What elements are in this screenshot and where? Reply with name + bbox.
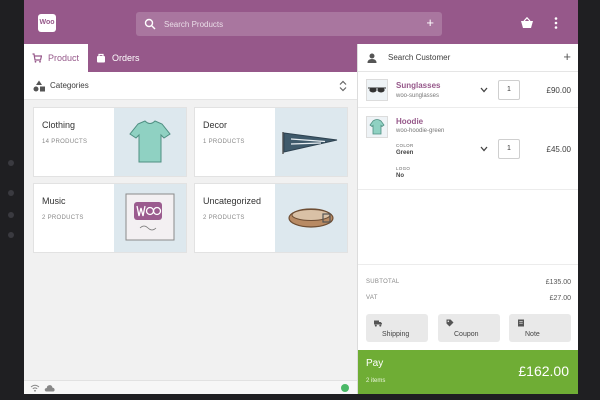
device-bezel-bottom (0, 394, 600, 400)
chevron-down-icon[interactable] (480, 146, 488, 152)
truck-icon (374, 320, 382, 327)
category-name: Decor (203, 120, 228, 130)
customer-search[interactable]: Search Customer + (358, 44, 578, 72)
attribute-key: LOGO (396, 166, 411, 171)
customer-search-label: Search Customer (388, 53, 451, 62)
totals-value: £27.00 (549, 295, 571, 302)
pay-amount: £162.00 (518, 363, 569, 379)
hoodie-icon (369, 119, 385, 135)
shipping-label: Shipping (382, 331, 410, 338)
category-card-clothing[interactable]: Clothing 14 PRODUCTS (33, 107, 187, 177)
chevron-down-icon[interactable] (480, 87, 488, 93)
top-bar: Woo + (24, 0, 578, 44)
pay-button[interactable]: Pay 2 items £162.00 (358, 350, 578, 394)
category-card-uncategorized[interactable]: Uncategorized 2 PRODUCTS (194, 183, 348, 253)
side-button (8, 232, 14, 238)
categories-label: Categories (50, 81, 89, 90)
categories-header[interactable]: Categories (24, 72, 357, 100)
categories-icon (33, 80, 45, 92)
belt-icon (288, 208, 334, 228)
woo-logo[interactable]: Woo (38, 14, 56, 32)
user-icon (367, 53, 377, 63)
pay-label: Pay (366, 358, 384, 369)
item-thumbnail (366, 79, 388, 101)
pennant-icon (282, 132, 338, 154)
side-button (8, 160, 14, 166)
product-panel: Product Orders Categories Clothing 14 PR… (24, 44, 357, 394)
category-thumbnail (275, 184, 347, 252)
item-price: £90.00 (546, 86, 571, 95)
sort-toggle-icon[interactable] (339, 80, 347, 92)
totals-row-vat: VAT £27.00 (358, 295, 578, 311)
quantity-field[interactable]: 1 (498, 80, 520, 100)
coupon-button[interactable]: Coupon (438, 314, 500, 342)
tab-orders-label: Orders (112, 53, 140, 63)
attribute-key: COLOR (396, 143, 414, 148)
totals-label: VAT (366, 295, 378, 301)
basket-icon[interactable] (520, 17, 534, 29)
product-search[interactable]: + (136, 12, 442, 36)
note-icon (518, 319, 524, 327)
coupon-label: Coupon (454, 331, 479, 338)
side-button (8, 190, 14, 196)
category-count: 14 PRODUCTS (42, 139, 88, 145)
totals-label: SUBTOTAL (366, 279, 400, 285)
category-thumbnail (275, 108, 347, 176)
orders-icon (97, 53, 105, 63)
search-icon (144, 18, 156, 30)
device-bezel-right (578, 0, 600, 400)
cart-line-item[interactable]: Sunglasses woo-sunglasses 1 £90.00 (358, 72, 578, 108)
cart-line-item[interactable]: Hoodie woo-hoodie-green COLOR Green LOGO… (358, 108, 578, 190)
search-input[interactable] (164, 12, 404, 36)
totals-value: £135.00 (545, 279, 571, 286)
add-product-button[interactable]: + (426, 16, 434, 30)
quantity-field[interactable]: 1 (498, 139, 520, 159)
app-screen: Woo + (24, 0, 578, 394)
category-count: 2 PRODUCTS (42, 215, 84, 221)
note-label: Note (525, 331, 540, 338)
category-name: Music (42, 196, 66, 206)
online-status-indicator (341, 384, 349, 392)
attribute-value: No (396, 173, 404, 179)
item-price: £45.00 (546, 145, 571, 154)
cart-panel: Search Customer + Sunglasses woo-sunglas… (357, 44, 578, 394)
tab-product-label: Product (48, 53, 80, 63)
item-thumbnail (366, 116, 388, 138)
category-count: 1 PRODUCTS (203, 139, 245, 145)
item-sku: woo-hoodie-green (396, 128, 445, 134)
category-name: Clothing (42, 120, 76, 130)
tablet-device: Woo + (0, 0, 600, 400)
category-card-decor[interactable]: Decor 1 PRODUCTS (194, 107, 348, 177)
item-name[interactable]: Sunglasses (396, 81, 440, 90)
side-button (8, 212, 14, 218)
category-count: 2 PRODUCTS (203, 215, 245, 221)
item-count: 2 items (366, 378, 386, 384)
sunglasses-icon (368, 87, 386, 93)
album-icon (125, 193, 175, 241)
cart-totals: SUBTOTAL £135.00 VAT £27.00 (358, 264, 578, 302)
category-name: Uncategorized (203, 196, 262, 206)
category-thumbnail (114, 184, 186, 252)
wifi-icon (30, 384, 40, 392)
cloud-icon (44, 385, 55, 392)
tshirt-icon (129, 120, 171, 163)
note-button[interactable]: Note (509, 314, 571, 342)
more-menu-icon[interactable] (554, 17, 558, 29)
shipping-button[interactable]: Shipping (366, 314, 428, 342)
connection-status-bar (24, 380, 357, 394)
category-card-music[interactable]: Music 2 PRODUCTS (33, 183, 187, 253)
tab-product[interactable]: Product (24, 44, 88, 72)
tab-bar: Product Orders (24, 44, 357, 72)
item-name[interactable]: Hoodie (396, 117, 423, 126)
tag-icon (446, 319, 454, 327)
add-customer-button[interactable]: + (563, 50, 571, 64)
attribute-value: Green (396, 150, 414, 156)
item-sku: woo-sunglasses (396, 93, 440, 99)
tab-orders[interactable]: Orders (88, 44, 158, 72)
totals-row-subtotal: SUBTOTAL £135.00 (358, 279, 578, 295)
category-thumbnail (114, 108, 186, 176)
cart-icon (32, 53, 42, 63)
device-bezel-left (0, 0, 24, 400)
